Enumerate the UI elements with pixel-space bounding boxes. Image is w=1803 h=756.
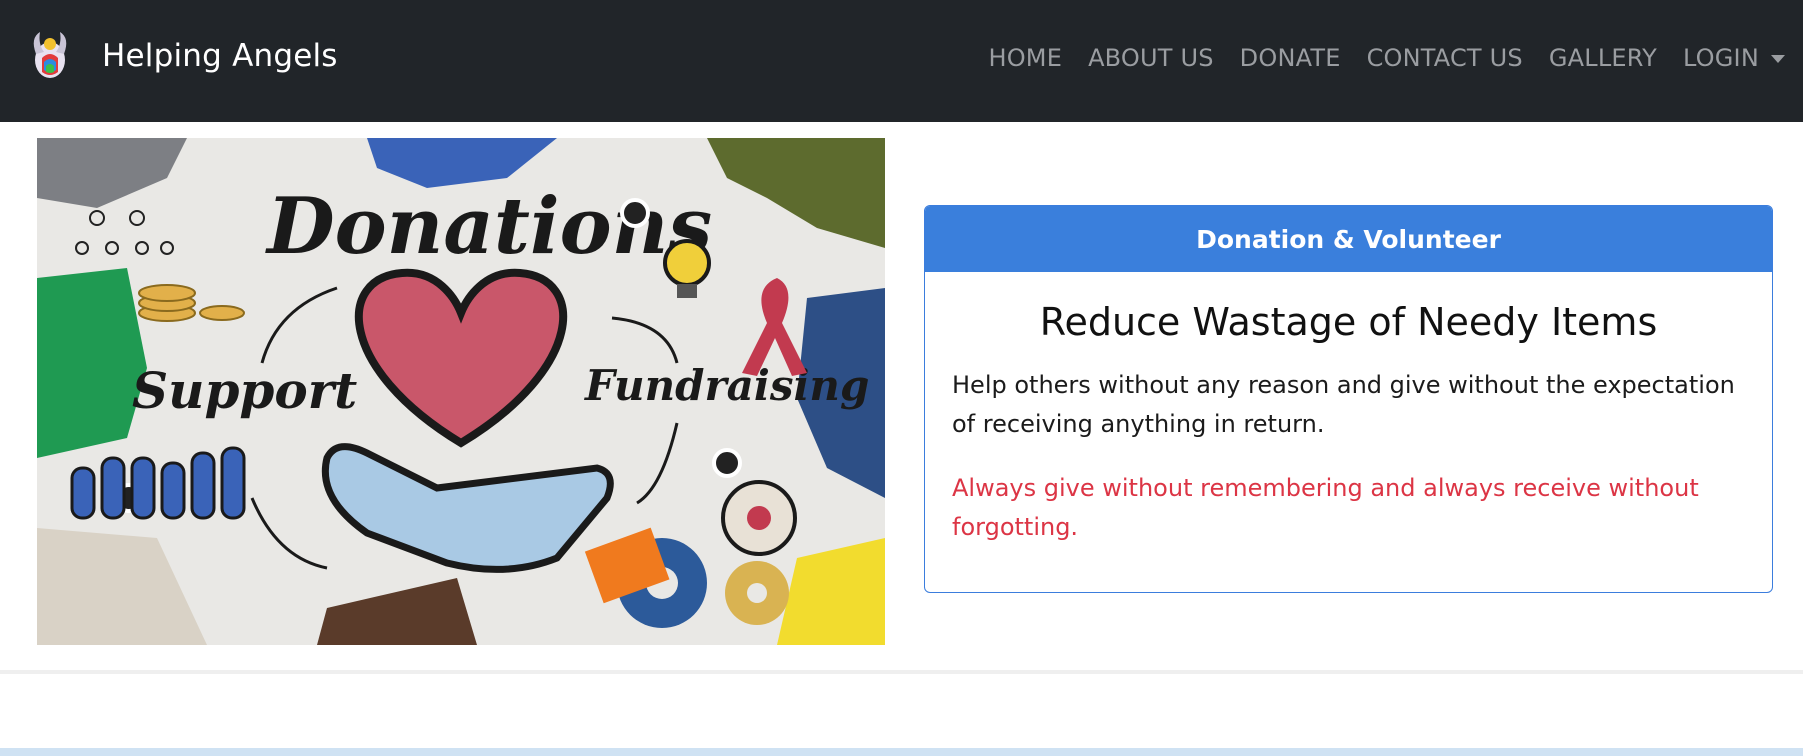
fundraising-word: Fundraising xyxy=(584,361,869,410)
donation-volunteer-card: Donation & Volunteer Reduce Wastage of N… xyxy=(924,205,1773,593)
brand-name: Helping Angels xyxy=(102,38,338,74)
navbar: Helping Angels HOME ABOUT US DONATE CONT… xyxy=(0,0,1803,122)
brand-link[interactable]: Helping Angels xyxy=(28,28,338,84)
donations-word: Donations xyxy=(265,181,712,272)
donations-illustration: Donations Support Fundraising xyxy=(37,138,885,645)
caret-down-icon xyxy=(1771,55,1785,63)
card-quote: Always give without remembering and alwa… xyxy=(952,474,1699,541)
section-divider xyxy=(0,670,1803,674)
angel-logo-icon xyxy=(33,32,67,78)
support-word: Support xyxy=(132,361,357,420)
nav-gallery[interactable]: GALLERY xyxy=(1549,44,1657,72)
nav-contact-us[interactable]: CONTACT US xyxy=(1367,44,1523,72)
nav-donate[interactable]: DONATE xyxy=(1240,44,1341,72)
donations-hero-image: Donations Support Fundraising xyxy=(37,138,885,645)
nav-login-label: LOGIN xyxy=(1682,44,1759,72)
nav-login-dropdown[interactable]: LOGIN xyxy=(1683,44,1785,72)
card-text: Help others without any reason and give … xyxy=(952,371,1735,438)
nav-about-us[interactable]: ABOUT US xyxy=(1088,44,1214,72)
card-title: Reduce Wastage of Needy Items xyxy=(1039,300,1658,344)
card-header: Donation & Volunteer xyxy=(925,206,1772,272)
next-section-band xyxy=(0,748,1803,756)
nav-home[interactable]: HOME xyxy=(988,44,1062,72)
main-nav: HOME ABOUT US DONATE CONTACT US GALLERY … xyxy=(962,44,1785,72)
